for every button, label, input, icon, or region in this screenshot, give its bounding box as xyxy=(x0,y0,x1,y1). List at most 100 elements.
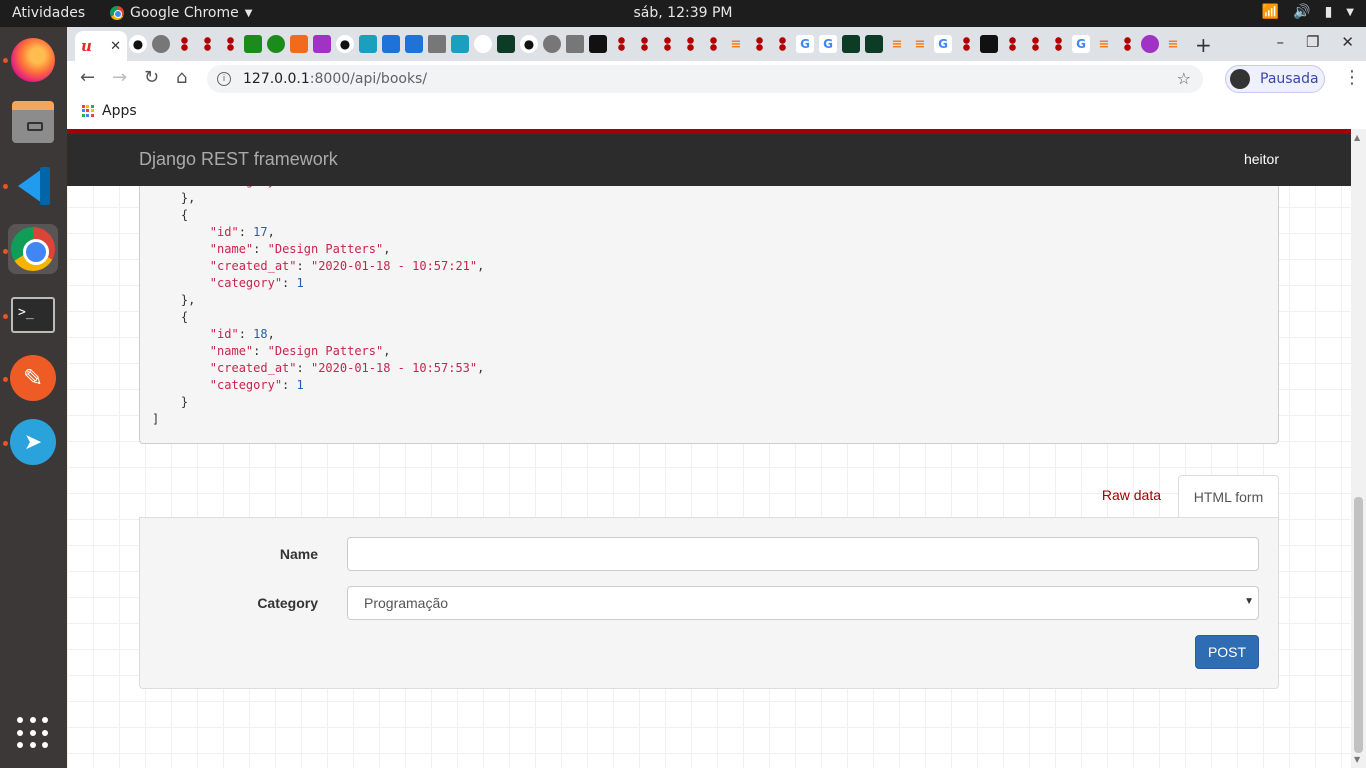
tab-favicon-icon[interactable] xyxy=(635,35,653,53)
system-tray[interactable]: 📶 🔊 ▮ ▼ xyxy=(1262,4,1354,20)
bookmarks-bar: Apps xyxy=(67,97,1366,129)
app-menu[interactable]: Google Chrome ▼ xyxy=(110,5,252,21)
github-icon[interactable]: ● xyxy=(336,35,354,53)
tab-favicon-icon[interactable] xyxy=(175,35,193,53)
tab-favicon-icon[interactable] xyxy=(704,35,722,53)
category-selected-value: Programação xyxy=(364,595,449,611)
globe-icon[interactable] xyxy=(152,35,170,53)
json-line: } xyxy=(152,395,189,409)
google-icon[interactable]: G xyxy=(934,35,952,53)
pinned-tabs: ● ● ● ≡ G G ≡ ≡ G G ≡ ≡ xyxy=(129,35,1182,53)
tab-favicon-icon[interactable] xyxy=(428,35,446,53)
post-button[interactable]: POST xyxy=(1195,635,1259,669)
tab-favicon-icon[interactable] xyxy=(221,35,239,53)
globe-icon[interactable] xyxy=(543,35,561,53)
back-icon[interactable]: ← xyxy=(80,67,95,88)
tab-favicon-icon[interactable] xyxy=(1118,35,1136,53)
django-icon[interactable] xyxy=(842,35,860,53)
json-line: "name": "Design Patters", xyxy=(209,344,391,358)
tab-favicon-icon[interactable] xyxy=(290,35,308,53)
bookmark-star-icon[interactable]: ☆ xyxy=(1177,69,1191,88)
tab-favicon-icon[interactable] xyxy=(198,35,216,53)
tab-favicon-icon[interactable] xyxy=(451,35,469,53)
tab-favicon-icon[interactable] xyxy=(405,35,423,53)
name-label: Name xyxy=(279,546,318,562)
django-icon[interactable] xyxy=(497,35,515,53)
google-icon[interactable]: G xyxy=(1072,35,1090,53)
dock-files[interactable] xyxy=(8,97,58,147)
chevron-down-icon: ▼ xyxy=(1346,7,1354,18)
tab-raw-data[interactable]: Raw data xyxy=(1102,487,1161,503)
django-icon[interactable] xyxy=(865,35,883,53)
brand-link[interactable]: Django REST framework xyxy=(139,149,338,170)
name-field[interactable] xyxy=(347,537,1259,571)
form-tabs: Raw data HTML form xyxy=(139,475,1279,518)
files-icon xyxy=(12,101,54,143)
post-form: Name Category Programação ▼ POST xyxy=(139,517,1279,689)
page-scrollbar[interactable]: ▲ ▼ xyxy=(1351,129,1366,768)
scroll-down-icon[interactable]: ▼ xyxy=(1354,755,1360,764)
stackoverflow-icon[interactable]: ≡ xyxy=(1095,35,1113,53)
site-info-icon[interactable]: i xyxy=(217,72,231,86)
tab-favicon-icon[interactable] xyxy=(1141,35,1159,53)
tab-favicon-icon[interactable] xyxy=(244,35,262,53)
user-menu[interactable]: heitor xyxy=(1244,151,1279,167)
chevron-down-icon: ▼ xyxy=(244,7,253,19)
home-icon[interactable]: ⌂ xyxy=(176,67,187,88)
more-menu-icon[interactable]: ⋮ xyxy=(1343,67,1361,88)
tab-favicon-icon[interactable] xyxy=(957,35,975,53)
tab-favicon-icon[interactable] xyxy=(773,35,791,53)
medium-icon[interactable] xyxy=(589,35,607,53)
stackoverflow-icon[interactable]: ≡ xyxy=(911,35,929,53)
battery-icon: ▮ xyxy=(1324,4,1333,20)
maximize-icon[interactable]: ❐ xyxy=(1306,33,1319,51)
google-icon[interactable]: G xyxy=(796,35,814,53)
category-label: Category xyxy=(257,595,318,611)
forward-icon[interactable]: → xyxy=(112,67,127,88)
vscode-icon xyxy=(12,165,54,207)
profile-button[interactable]: Pausada xyxy=(1225,65,1325,93)
tab-favicon-icon[interactable] xyxy=(566,35,584,53)
profile-label: Pausada xyxy=(1260,71,1319,87)
stackoverflow-icon[interactable]: ≡ xyxy=(727,35,745,53)
tab-active[interactable]: u ✕ xyxy=(75,31,127,61)
scroll-up-icon[interactable]: ▲ xyxy=(1354,133,1360,142)
google-icon[interactable]: G xyxy=(819,35,837,53)
dock-telegram[interactable]: ➤ xyxy=(8,417,58,467)
minimize-icon[interactable]: – xyxy=(1276,33,1284,51)
tab-favicon-icon[interactable] xyxy=(1003,35,1021,53)
tab-favicon-icon[interactable] xyxy=(980,35,998,53)
address-bar[interactable]: i 127.0.0.1:8000/api/books/ ☆ xyxy=(207,65,1203,93)
dock-postman[interactable]: ✎ xyxy=(8,353,58,403)
show-apps-icon[interactable] xyxy=(17,717,49,749)
tab-favicon-icon[interactable] xyxy=(359,35,377,53)
tab-favicon-icon[interactable] xyxy=(1049,35,1067,53)
apps-bookmark[interactable]: Apps xyxy=(82,103,137,119)
dock-chrome[interactable] xyxy=(8,224,58,274)
reload-icon[interactable]: ↻ xyxy=(144,67,159,88)
dock-firefox[interactable] xyxy=(8,35,58,85)
tab-favicon-icon[interactable] xyxy=(474,35,492,53)
github-icon[interactable]: ● xyxy=(520,35,538,53)
chevron-down-icon: ▼ xyxy=(1244,596,1254,607)
category-select[interactable]: Programação ▼ xyxy=(347,586,1259,620)
tab-favicon-icon[interactable] xyxy=(750,35,768,53)
stackoverflow-icon[interactable]: ≡ xyxy=(888,35,906,53)
tab-favicon-icon[interactable] xyxy=(382,35,400,53)
scrollbar-thumb[interactable] xyxy=(1354,497,1363,753)
dock-vscode[interactable] xyxy=(8,161,58,211)
tab-favicon-icon[interactable] xyxy=(313,35,331,53)
close-tab-icon[interactable]: ✕ xyxy=(110,39,121,54)
dock-terminal[interactable]: >_ xyxy=(8,290,58,340)
tab-favicon-icon[interactable] xyxy=(612,35,630,53)
close-window-icon[interactable]: ✕ xyxy=(1341,33,1354,51)
tab-favicon-icon[interactable] xyxy=(267,35,285,53)
activities-button[interactable]: Atividades xyxy=(12,5,85,21)
tab-favicon-icon[interactable] xyxy=(681,35,699,53)
tab-favicon-icon[interactable] xyxy=(1026,35,1044,53)
github-icon[interactable]: ● xyxy=(129,35,147,53)
tab-favicon-icon[interactable] xyxy=(658,35,676,53)
new-tab-button[interactable]: + xyxy=(1195,33,1212,57)
tab-html-form[interactable]: HTML form xyxy=(1178,475,1279,518)
stackoverflow-icon[interactable]: ≡ xyxy=(1164,35,1182,53)
